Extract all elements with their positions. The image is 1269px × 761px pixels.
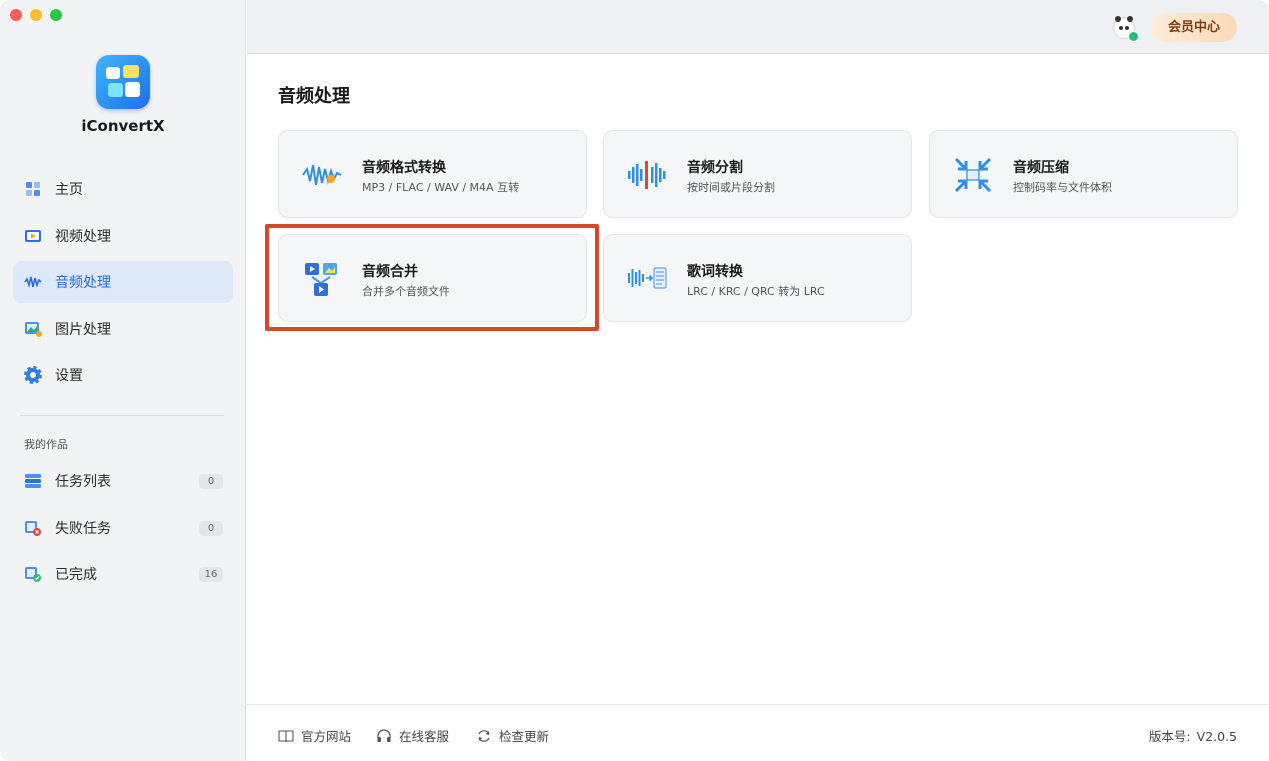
refresh-icon: [476, 728, 492, 744]
sidebar-item-audio[interactable]: 音频处理: [13, 261, 233, 303]
sidebar-item-label: 已完成: [55, 567, 97, 583]
task-list-icon: [23, 471, 43, 491]
card-audio-split[interactable]: 音频分割 按时间或片段分割: [603, 130, 912, 218]
user-avatar[interactable]: [1113, 16, 1139, 42]
footer-link-label: 官方网站: [301, 729, 352, 744]
card-title: 音频分割: [687, 160, 743, 176]
lyrics-convert-icon: [626, 259, 668, 299]
version-info: 版本号: V2.0.5: [1149, 726, 1237, 745]
sidebar-item-settings[interactable]: 设置: [13, 354, 233, 396]
version-label: 版本号:: [1148, 729, 1191, 744]
card-audio-compress[interactable]: 音频压缩 控制码率与文件体积: [929, 130, 1238, 218]
works-list: 任务列表 0 失败任务 0 已完成 16: [13, 460, 233, 600]
sidebar-item-video[interactable]: 视频处理: [13, 215, 233, 257]
card-subtitle: 按时间或片段分割: [687, 181, 775, 194]
works-section-title: 我的作品: [24, 438, 68, 451]
audio-convert-icon: [301, 155, 343, 195]
sidebar-item-completed[interactable]: 已完成 16: [13, 553, 233, 595]
card-lyrics-convert[interactable]: 歌词转换 LRC / KRC / QRC 转为 LRC: [603, 234, 912, 322]
card-subtitle: 控制码率与文件体积: [1013, 181, 1112, 194]
audio-wave-icon: [23, 272, 43, 292]
check-update-link[interactable]: 检查更新: [476, 726, 549, 745]
image-icon: [23, 319, 43, 339]
footer: 官方网站 在线客服 检查更新 版本号: V2.0.5: [247, 704, 1269, 761]
top-bar: 会员中心: [247, 0, 1269, 54]
card-subtitle: LRC / KRC / QRC 转为 LRC: [687, 285, 825, 298]
failed-task-icon: [23, 518, 43, 538]
completed-icon: [23, 564, 43, 584]
sidebar-item-label: 主页: [55, 182, 83, 198]
card-title: 歌词转换: [687, 264, 743, 280]
online-support-link[interactable]: 在线客服: [376, 726, 449, 745]
card-subtitle: MP3 / FLAC / WAV / M4A 互转: [362, 181, 520, 194]
card-title: 音频合并: [362, 264, 418, 280]
card-title: 音频压缩: [1013, 160, 1069, 176]
vip-center-button[interactable]: 会员中心: [1151, 13, 1237, 42]
window-controls: [10, 9, 62, 21]
sidebar-item-label: 图片处理: [55, 321, 111, 338]
audio-compress-icon: [952, 155, 994, 195]
version-number: V2.0.5: [1196, 729, 1237, 744]
book-icon: [278, 728, 294, 744]
home-icon: [23, 179, 43, 199]
card-audio-merge[interactable]: 音频合并 合并多个音频文件: [278, 234, 587, 322]
sidebar-item-label: 设置: [55, 368, 83, 384]
sidebar-item-task-list[interactable]: 任务列表 0: [13, 460, 233, 502]
card-title: 音频格式转换: [362, 160, 446, 176]
page-title: 音频处理: [278, 86, 350, 107]
sidebar-item-label: 失败任务: [55, 520, 111, 537]
gear-icon: [23, 365, 43, 385]
headphones-icon: [376, 728, 392, 744]
audio-split-icon: [626, 155, 668, 195]
sidebar-item-failed-tasks[interactable]: 失败任务 0: [13, 507, 233, 549]
sidebar-item-image[interactable]: 图片处理: [13, 308, 233, 350]
footer-link-label: 在线客服: [399, 729, 450, 744]
main-content: 音频处理 音频格式转换 MP3 / FLAC / WAV / M4A 互转 音频…: [247, 55, 1269, 705]
minimize-window-button[interactable]: [30, 9, 42, 21]
sidebar-item-label: 视频处理: [55, 228, 111, 245]
count-badge: 0: [199, 520, 223, 536]
video-icon: [23, 226, 43, 246]
app-name: iConvertX: [81, 117, 165, 135]
card-audio-format-convert[interactable]: 音频格式转换 MP3 / FLAC / WAV / M4A 互转: [278, 130, 587, 218]
sidebar: iConvertX 主页 视频处理 音频处理 图片处理 设置 我的作品 任务列表…: [0, 0, 246, 761]
sidebar-nav: 主页 视频处理 音频处理 图片处理 设置: [13, 168, 233, 401]
vip-badge-icon: [1128, 31, 1139, 42]
audio-merge-icon: [301, 259, 343, 299]
sidebar-divider: [20, 415, 224, 416]
count-badge: 0: [199, 474, 223, 489]
close-window-button[interactable]: [10, 9, 22, 21]
count-badge: 16: [199, 567, 223, 582]
app-window: iConvertX 主页 视频处理 音频处理 图片处理 设置 我的作品 任务列表…: [0, 0, 1269, 761]
app-logo: [96, 55, 150, 109]
official-website-link[interactable]: 官方网站: [278, 726, 351, 745]
sidebar-item-label: 任务列表: [55, 474, 111, 490]
sidebar-item-label: 音频处理: [55, 275, 111, 291]
sidebar-item-home[interactable]: 主页: [13, 168, 233, 210]
card-subtitle: 合并多个音频文件: [362, 285, 450, 298]
footer-link-label: 检查更新: [499, 729, 550, 744]
zoom-window-button[interactable]: [50, 9, 62, 21]
